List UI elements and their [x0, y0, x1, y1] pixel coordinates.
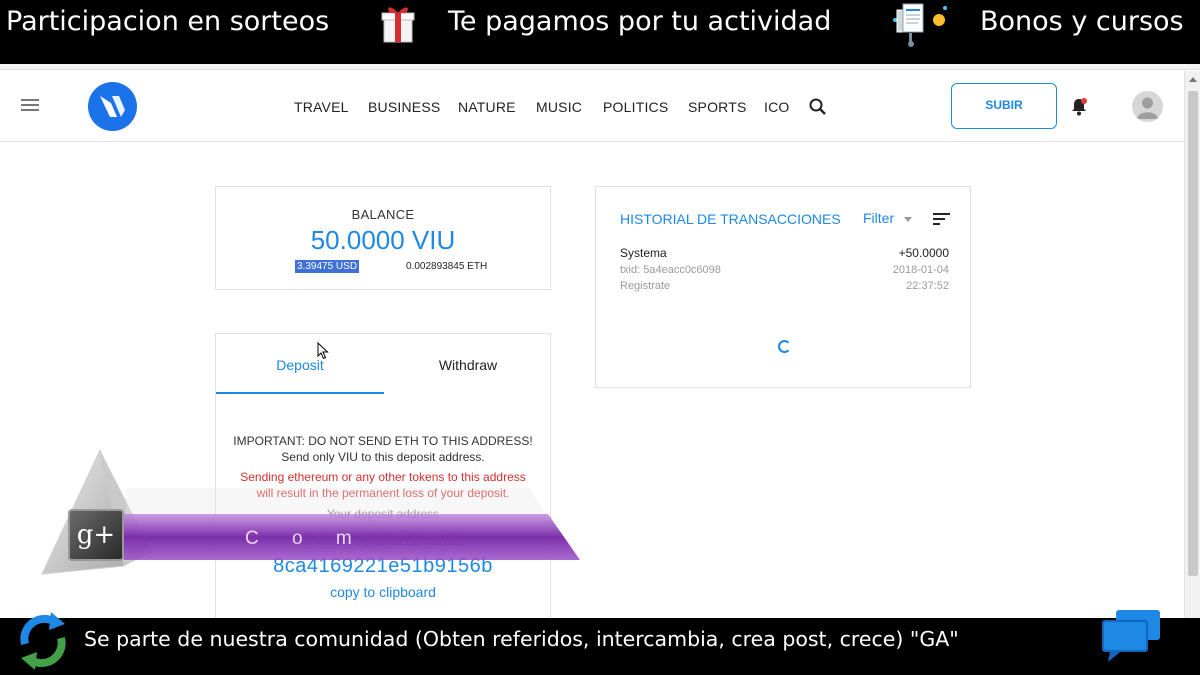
promo-text-actividad: Te pagamos por tu actividad — [448, 6, 832, 37]
overlay-text: C o m — [245, 528, 366, 549]
copy-to-clipboard-link[interactable]: copy to clipboard — [216, 584, 550, 600]
gift-icon — [381, 7, 415, 43]
upload-button[interactable]: SUBIR — [951, 83, 1057, 129]
balance-card: BALANCE 50.0000 VIU 3.39475 USD 0.002893… — [215, 186, 551, 290]
nav-sports[interactable]: SPORTS — [688, 99, 747, 115]
nav-nature[interactable]: NATURE — [458, 99, 516, 115]
warning-line-1: IMPORTANT: DO NOT SEND ETH TO THIS ADDRE… — [233, 434, 533, 448]
nav-music[interactable]: MUSIC — [536, 99, 582, 115]
balance-value: 50.0000 VIU — [310, 225, 456, 255]
transaction-note: Registrate — [620, 280, 671, 292]
vertical-scrollbar[interactable] — [1184, 71, 1200, 618]
chat-bubbles-icon — [1102, 610, 1160, 662]
chevron-down-icon[interactable] — [904, 217, 912, 222]
transaction-history-card: HISTORIAL DE TRANSACCIONES Filter System… — [595, 186, 971, 388]
scroll-up-arrow-icon[interactable] — [1189, 77, 1197, 82]
tab-deposit[interactable]: Deposit — [216, 334, 384, 394]
nav-ico[interactable]: ICO — [764, 99, 790, 115]
filter-dropdown[interactable]: Filter — [863, 210, 894, 226]
balance-usd: 3.39475 USD — [295, 260, 360, 273]
browser-toolbar-edge — [0, 64, 1200, 70]
loading-spinner-icon — [778, 340, 791, 353]
nav-business[interactable]: BUSINESS — [368, 99, 440, 115]
nav-travel[interactable]: TRAVEL — [294, 99, 349, 115]
viuly-logo-icon[interactable] — [88, 82, 137, 131]
tab-withdraw[interactable]: Withdraw — [384, 334, 552, 394]
app-header: TRAVEL BUSINESS NATURE MUSIC POLITICS SP… — [0, 71, 1184, 142]
mouse-cursor-icon — [317, 342, 329, 360]
transaction-amount: +50.0000 — [898, 246, 949, 260]
search-icon[interactable] — [808, 97, 828, 117]
balance-label: BALANCE — [351, 207, 415, 222]
hamburger-menu-icon[interactable] — [21, 99, 39, 111]
balance-eth: 0.002893845 ETH — [406, 261, 488, 272]
transaction-id: txid: 5a4eacc0c6098 — [620, 264, 721, 276]
gplus-overlay: g+ C o m — [40, 448, 585, 578]
refresh-icon — [20, 612, 66, 670]
nav-politics[interactable]: POLITICS — [603, 99, 668, 115]
transaction-time: 22:37:52 — [906, 280, 949, 292]
screen: Participacion en sorteos Te pagamos por … — [0, 0, 1200, 675]
user-avatar-icon[interactable] — [1132, 91, 1163, 122]
community-text: Se parte de nuestra comunidad (Obten ref… — [84, 627, 959, 651]
bell-icon[interactable] — [1069, 97, 1089, 117]
promo-text-sorteos: Participacion en sorteos — [6, 6, 330, 37]
promo-text-bonos: Bonos y cursos — [980, 6, 1184, 37]
transaction-name: Systema — [620, 246, 667, 260]
scrollbar-thumb[interactable] — [1188, 91, 1198, 576]
history-title: HISTORIAL DE TRANSACCIONES — [620, 211, 841, 227]
documents-icon — [893, 3, 947, 47]
gplus-logo-icon: g+ — [68, 509, 124, 561]
promo-banner: Participacion en sorteos Te pagamos por … — [0, 0, 1200, 64]
transaction-date: 2018-01-04 — [892, 264, 949, 276]
sort-icon[interactable] — [933, 212, 951, 226]
community-banner: Se parte de nuestra comunidad (Obten ref… — [0, 610, 1200, 675]
